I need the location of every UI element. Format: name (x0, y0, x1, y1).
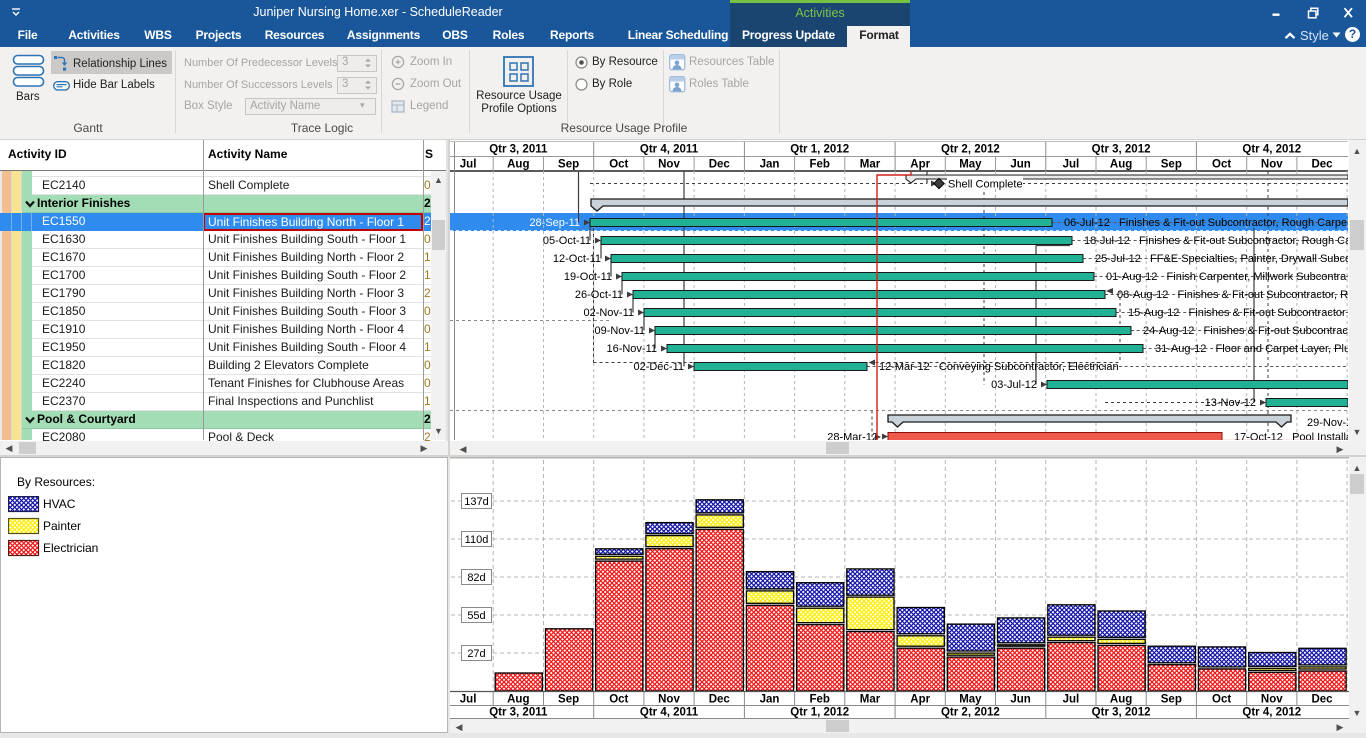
svg-text:Oct: Oct (1212, 159, 1231, 171)
svg-text:02-Nov-11: 02-Nov-11 (583, 307, 634, 319)
svg-text:◀: ◀ (456, 722, 463, 732)
svg-text:Jul: Jul (460, 694, 477, 706)
svg-text:Qtr 3, 2012: Qtr 3, 2012 (1092, 144, 1151, 156)
svg-text:Oct: Oct (609, 694, 628, 706)
svg-text:◀: ◀ (460, 444, 467, 454)
svg-text:Mar: Mar (860, 159, 881, 171)
svg-text:Aug: Aug (1110, 694, 1132, 706)
svg-text:02-Dec-11: 02-Dec-11 (633, 361, 684, 373)
svg-text:15-Aug-12 Finishes & Fit-out: 15-Aug-12 Finishes & Fit-out Subcontract… (1128, 307, 1346, 319)
svg-text:16-Nov-11: 16-Nov-11 (606, 343, 657, 355)
svg-text:Qtr 1, 2012: Qtr 1, 2012 (790, 707, 849, 719)
svg-text:55d: 55d (467, 610, 485, 622)
svg-text:05-Oct-11: 05-Oct-11 (543, 235, 591, 247)
svg-text:Dec: Dec (1311, 694, 1333, 706)
svg-text:▲: ▲ (1353, 463, 1362, 473)
svg-text:▶: ▶ (1337, 444, 1344, 454)
svg-text:12-Oct-11: 12-Oct-11 (553, 253, 601, 265)
svg-text:Apr: Apr (910, 694, 930, 706)
svg-text:Nov: Nov (658, 159, 680, 171)
svg-text:01-Aug-12 Finish Carpenter,: 01-Aug-12 Finish Carpenter, Millwork Sub… (1106, 271, 1347, 283)
svg-text:▼: ▼ (1353, 427, 1362, 437)
svg-text:▶: ▶ (1337, 722, 1344, 732)
svg-text:Jul: Jul (1063, 694, 1080, 706)
svg-text:Oct: Oct (609, 159, 628, 171)
svg-text:08-Aug-12 Finishes & Fit-out: 08-Aug-12 Finishes & Fit-out Subcontract… (1117, 289, 1348, 301)
svg-text:Jan: Jan (760, 694, 780, 706)
svg-text:31-Aug-12 Floor and Carpet L: 31-Aug-12 Floor and Carpet Layer, Plu (1155, 343, 1350, 355)
svg-text:27d: 27d (467, 648, 485, 660)
svg-text:24-Aug-12 Finishes & Fit-out: 24-Aug-12 Finishes & Fit-out Subcontrac (1143, 325, 1348, 337)
svg-text:Nov: Nov (1261, 159, 1283, 171)
svg-text:26-Oct-11: 26-Oct-11 (575, 289, 623, 301)
svg-text:May: May (959, 694, 982, 706)
svg-text:Qtr 4, 2011: Qtr 4, 2011 (640, 144, 699, 156)
svg-text:Oct: Oct (1212, 694, 1231, 706)
svg-text:18-Jul-12 Finishes & Fit-out: 18-Jul-12 Finishes & Fit-out Subcontract… (1084, 235, 1352, 247)
svg-text:29-Nov-1: 29-Nov-1 (1307, 417, 1352, 429)
svg-text:▲: ▲ (1353, 146, 1362, 156)
svg-text:110d: 110d (465, 534, 489, 546)
svg-text:Jul: Jul (460, 159, 477, 171)
svg-text:Qtr 4, 2012: Qtr 4, 2012 (1242, 144, 1301, 156)
svg-text:Apr: Apr (910, 159, 930, 171)
svg-text:25-Jul-12 FF&E Specialties,: 25-Jul-12 FF&E Specialties, Painter, Dry… (1095, 253, 1351, 265)
svg-text:Qtr 3, 2011: Qtr 3, 2011 (489, 144, 548, 156)
svg-text:12-Mar-12 Conveying Subcontr: 12-Mar-12 Conveying Subcontractor, Elect… (879, 361, 1119, 373)
svg-text:Sep: Sep (1161, 694, 1182, 706)
svg-text:Qtr 2, 2012: Qtr 2, 2012 (941, 707, 1000, 719)
svg-text:Feb: Feb (809, 159, 829, 171)
svg-text:28-Sep-11: 28-Sep-11 (529, 217, 580, 229)
svg-text:Shell Complete: Shell Complete (948, 179, 1023, 191)
svg-text:82d: 82d (467, 572, 485, 584)
svg-text:Sep: Sep (558, 694, 579, 706)
svg-text:Jan: Jan (760, 159, 780, 171)
svg-text:09-Nov-11: 09-Nov-11 (594, 325, 645, 337)
svg-text:Jun: Jun (1010, 694, 1030, 706)
svg-text:Qtr 4, 2012: Qtr 4, 2012 (1242, 707, 1301, 719)
svg-text:Jul: Jul (1063, 159, 1080, 171)
svg-text:Aug: Aug (507, 159, 529, 171)
svg-text:Sep: Sep (1161, 159, 1182, 171)
svg-text:19-Oct-11: 19-Oct-11 (564, 271, 612, 283)
svg-text:▼: ▼ (1353, 708, 1362, 718)
svg-text:Qtr 2, 2012: Qtr 2, 2012 (941, 144, 1000, 156)
svg-text:Qtr 1, 2012: Qtr 1, 2012 (790, 144, 849, 156)
svg-text:Jun: Jun (1010, 159, 1030, 171)
svg-text:Qtr 3, 2011: Qtr 3, 2011 (489, 707, 548, 719)
svg-text:06-Jul-12 Finishes & Fit-out: 06-Jul-12 Finishes & Fit-out Subcontract… (1064, 217, 1353, 229)
svg-text:Aug: Aug (1110, 159, 1132, 171)
svg-text:Qtr 3, 2012: Qtr 3, 2012 (1092, 707, 1151, 719)
svg-text:Nov: Nov (1261, 694, 1283, 706)
svg-text:May: May (959, 159, 982, 171)
svg-text:Nov: Nov (658, 694, 680, 706)
svg-text:Qtr 4, 2011: Qtr 4, 2011 (640, 707, 699, 719)
svg-text:Mar: Mar (860, 694, 881, 706)
svg-text:Dec: Dec (1311, 159, 1333, 171)
svg-text:137d: 137d (464, 496, 488, 508)
svg-text:Dec: Dec (709, 694, 731, 706)
svg-text:Sep: Sep (558, 159, 579, 171)
svg-text:Dec: Dec (709, 159, 731, 171)
svg-text:Aug: Aug (507, 694, 529, 706)
svg-text:Feb: Feb (809, 694, 829, 706)
svg-text:03-Jul-12: 03-Jul-12 (991, 379, 1037, 391)
svg-text:13-Nov-12: 13-Nov-12 (1205, 397, 1256, 409)
